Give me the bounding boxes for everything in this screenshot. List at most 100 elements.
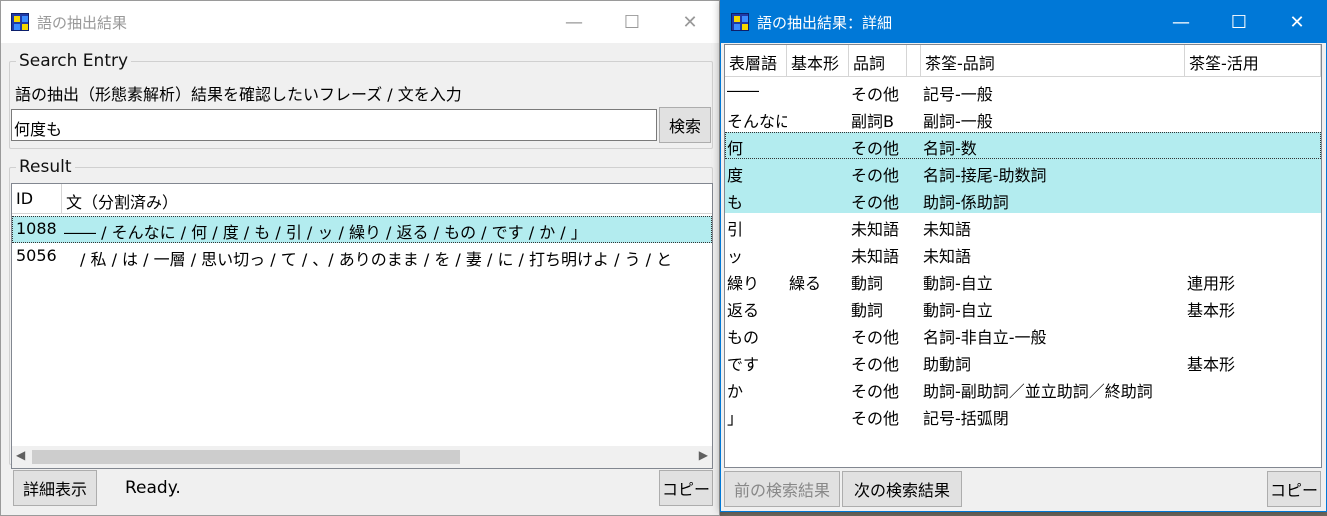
copy-button[interactable]: コピー	[659, 470, 713, 506]
row-sentence: ―― / そんなに / 何 / 度 / も / 引 / ッ / 繰り / 返る …	[64, 223, 587, 242]
column-header-base[interactable]: 基本形	[787, 45, 849, 77]
detail-row[interactable]: 」 その他 記号-括弧閉	[725, 402, 1321, 429]
cell-surface: 返る	[727, 301, 760, 320]
close-button[interactable]: ✕	[1268, 1, 1326, 43]
detail-row[interactable]: 返る 動詞 動詞-自立 基本形	[725, 294, 1321, 321]
column-header-sentence[interactable]: 文（分割済み）	[62, 184, 712, 214]
detail-row[interactable]: です その他 助動詞 基本形	[725, 348, 1321, 375]
cell-surface: 度	[727, 166, 744, 185]
window-title: 語の抽出結果	[37, 13, 128, 32]
cell-chasen-pos: 記号-括弧閉	[923, 409, 1009, 428]
minimize-button[interactable]: —	[545, 1, 603, 43]
copy-button[interactable]: コピー	[1267, 471, 1321, 507]
cell-surface: もの	[727, 328, 760, 347]
status-text: Ready.	[125, 478, 181, 498]
cell-pos: 未知語	[851, 220, 900, 239]
row-id: 5056	[16, 246, 57, 265]
detail-row[interactable]: か その他 助詞-副助詞／並立助詞／終助詞	[725, 375, 1321, 402]
cell-pos: その他	[851, 193, 900, 212]
column-header-pos[interactable]: 品詞	[849, 45, 907, 77]
detail-row[interactable]: 度 その他 名詞-接尾-助数詞	[725, 159, 1321, 186]
cell-pos: その他	[851, 85, 900, 104]
extraction-result-window[interactable]: 語の抽出結果 — ☐ ✕ Search Entry 語の抽出（形態素解析）結果を…	[0, 0, 720, 516]
result-row-5056[interactable]: 5056 / 私 / は / 一層 / 思い切っ / て / 、/ ありのまま …	[12, 243, 712, 270]
cell-pos: 副詞B	[851, 112, 894, 131]
window-title: 語の抽出結果：詳細	[757, 13, 893, 32]
app-icon	[11, 13, 29, 31]
cell-surface: も	[727, 193, 744, 212]
next-result-button[interactable]: 次の検索結果	[842, 471, 962, 507]
cell-surface: そんなに	[727, 112, 787, 131]
app-icon	[731, 13, 749, 31]
detail-row[interactable]: 引 未知語 未知語	[725, 213, 1321, 240]
cell-chasen-pos: 助動詞	[923, 355, 972, 374]
cell-chasen-pos: 記号-一般	[923, 85, 993, 104]
search-prompt: 語の抽出（形態素解析）結果を確認したいフレーズ / 文を入力	[15, 85, 462, 104]
scroll-left-icon[interactable]: ◀	[16, 448, 25, 462]
cell-pos: その他	[851, 166, 900, 185]
title-bar[interactable]: 語の抽出結果：詳細 — ☐ ✕	[721, 1, 1326, 43]
scrollbar-thumb[interactable]	[32, 450, 460, 464]
cell-pos: その他	[851, 355, 900, 374]
cell-chasen-pos: 副詞-一般	[923, 112, 993, 131]
close-button[interactable]: ✕	[661, 1, 719, 43]
result-list-header: ID 文（分割済み）	[12, 184, 712, 214]
cell-pos: 動詞	[851, 274, 884, 293]
result-row-1088[interactable]: 1088 ―― / そんなに / 何 / 度 / も / 引 / ッ / 繰り …	[12, 216, 712, 243]
horizontal-scrollbar[interactable]: ◀ ▶	[12, 446, 712, 468]
result-list[interactable]: ID 文（分割済み） 1088 ―― / そんなに / 何 / 度 / も / …	[11, 183, 713, 469]
cell-surface: ッ	[727, 247, 744, 266]
cell-surface: です	[727, 355, 760, 374]
detail-row[interactable]: 繰り 繰る 動詞 動詞-自立 連用形	[725, 267, 1321, 294]
row-id: 1088	[16, 219, 57, 238]
cell-pos: その他	[851, 328, 900, 347]
column-header-id[interactable]: ID	[12, 184, 62, 214]
maximize-button[interactable]: ☐	[1210, 1, 1268, 43]
cell-chasen-pos: 名詞-接尾-助数詞	[923, 166, 1047, 185]
search-button[interactable]: 検索	[659, 107, 711, 143]
cell-chasen-pos: 動詞-自立	[923, 301, 993, 320]
cell-chasen-conj: 連用形	[1187, 274, 1236, 293]
scroll-right-icon[interactable]: ▶	[699, 448, 708, 462]
column-header-blank[interactable]	[907, 45, 921, 77]
column-header-surface[interactable]: 表層語	[725, 45, 787, 77]
minimize-button[interactable]: —	[1152, 1, 1210, 43]
cell-chasen-pos: 動詞-自立	[923, 274, 993, 293]
maximize-button[interactable]: ☐	[603, 1, 661, 43]
detail-row[interactable]: 何 その他 名詞-数	[725, 132, 1321, 159]
extraction-detail-window[interactable]: 語の抽出結果：詳細 — ☐ ✕ 表層語 基本形 品詞 茶筌-品詞 茶筌-活用 ―…	[720, 0, 1327, 512]
title-bar[interactable]: 語の抽出結果 — ☐ ✕	[1, 1, 719, 43]
detail-list[interactable]: 表層語 基本形 品詞 茶筌-品詞 茶筌-活用 ―― その他 記号-一般そんなに 副詞B…	[724, 44, 1322, 468]
cell-chasen-conj: 基本形	[1187, 301, 1236, 320]
cell-surface: 」	[727, 409, 744, 428]
column-header-chasen-conj[interactable]: 茶筌-活用	[1185, 45, 1321, 77]
detail-row[interactable]: も その他 助詞-係助詞	[725, 186, 1321, 213]
detail-row[interactable]: もの その他 名詞-非自立-一般	[725, 321, 1321, 348]
cell-pos: その他	[851, 139, 900, 158]
search-input[interactable]: 何度も	[11, 109, 657, 141]
detail-row[interactable]: そんなに 副詞B 副詞-一般	[725, 105, 1321, 132]
cell-surface: か	[727, 382, 744, 401]
cell-chasen-pos: 助詞-係助詞	[923, 193, 1009, 212]
cell-surface: ――	[727, 81, 759, 100]
cell-chasen-pos: 未知語	[923, 220, 972, 239]
cell-chasen-conj: 基本形	[1187, 355, 1236, 374]
search-entry-label: Search Entry	[16, 51, 132, 71]
cell-surface: 何	[727, 139, 744, 158]
row-sentence: / 私 / は / 一層 / 思い切っ / て / 、/ ありのまま / を /…	[80, 250, 673, 269]
detail-row[interactable]: ッ 未知語 未知語	[725, 240, 1321, 267]
cell-pos: 動詞	[851, 301, 884, 320]
cell-chasen-pos: 未知語	[923, 247, 972, 266]
detail-row[interactable]: ―― その他 記号-一般	[725, 78, 1321, 105]
cell-chasen-pos: 名詞-非自立-一般	[923, 328, 1047, 347]
cell-base: 繰る	[789, 274, 822, 293]
cell-chasen-pos: 助詞-副助詞／並立助詞／終助詞	[923, 382, 1153, 401]
detail-list-header: 表層語 基本形 品詞 茶筌-品詞 茶筌-活用	[725, 45, 1321, 77]
cell-pos: その他	[851, 409, 900, 428]
detail-view-button[interactable]: 詳細表示	[13, 470, 97, 506]
column-header-chasen-pos[interactable]: 茶筌-品詞	[921, 45, 1185, 77]
cell-chasen-pos: 名詞-数	[923, 139, 977, 158]
cell-pos: 未知語	[851, 247, 900, 266]
result-label: Result	[16, 157, 75, 177]
prev-result-button[interactable]: 前の検索結果	[724, 471, 840, 507]
